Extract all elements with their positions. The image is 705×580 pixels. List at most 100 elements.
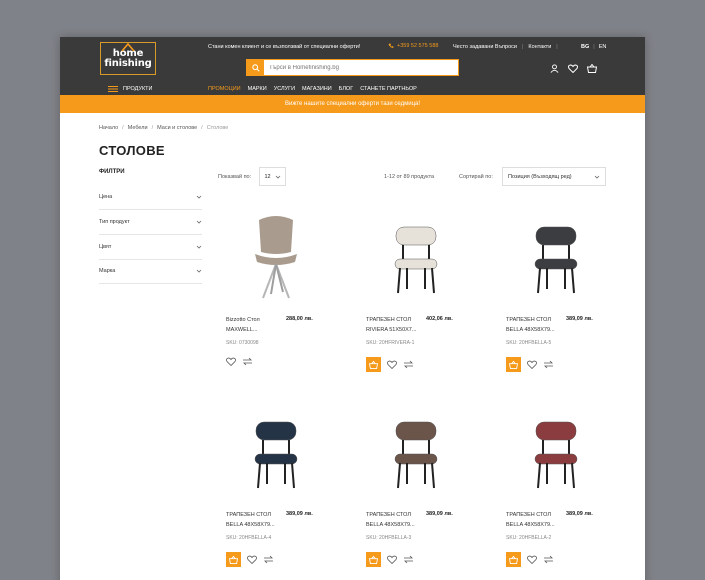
cart-icon[interactable] <box>587 64 597 73</box>
header: home finishing Стани комен клиент и се в… <box>60 37 645 101</box>
search-bar <box>246 59 459 76</box>
add-to-cart-button[interactable] <box>366 357 381 372</box>
product-image[interactable] <box>226 402 326 502</box>
product-name[interactable]: ТРАПЕЗЕН СТОЛ BELLA 48X58X79... <box>366 510 422 530</box>
promo-banner[interactable]: Вижте нашите специални оферти тази седми… <box>60 95 645 113</box>
sort-value: Позиция (Възходящ ред) <box>508 173 572 180</box>
lang-bg[interactable]: BG <box>581 44 589 50</box>
chevron-down-icon <box>196 195 202 199</box>
search-button[interactable] <box>247 60 264 75</box>
per-page-select[interactable]: 12 <box>259 167 286 186</box>
breadcrumb-home[interactable]: Начало <box>99 125 118 131</box>
search-icon <box>251 63 260 72</box>
products-menu-button[interactable]: ПРОДУКТИ <box>108 86 152 92</box>
filters-title: ФИЛТРИ <box>99 169 125 175</box>
heart-icon[interactable] <box>387 360 397 369</box>
product-image[interactable] <box>226 207 326 307</box>
compare-icon[interactable] <box>403 555 414 564</box>
header-icons <box>550 64 597 73</box>
contacts-link[interactable]: Контакти <box>528 44 551 50</box>
heart-icon[interactable] <box>527 555 537 564</box>
per-page-label: Показвай по: <box>218 174 252 180</box>
top-links: Често задавани Въпроси | Контакти | <box>453 44 558 50</box>
compare-icon[interactable] <box>543 360 554 369</box>
logo[interactable]: home finishing <box>100 42 156 75</box>
heart-icon[interactable] <box>226 357 236 366</box>
breadcrumb-tables-chairs[interactable]: Маси и столове <box>157 125 197 131</box>
cart-icon <box>509 360 518 369</box>
chevron-down-icon <box>196 220 202 224</box>
cart-icon <box>229 555 238 564</box>
add-to-cart-button[interactable] <box>506 552 521 567</box>
product-actions <box>366 552 414 567</box>
compare-icon[interactable] <box>263 555 274 564</box>
lang-en[interactable]: EN <box>599 44 607 50</box>
products-menu-label: ПРОДУКТИ <box>123 86 153 92</box>
sort-label: Сортирай по: <box>459 174 493 180</box>
product-sku: SKU: 20HFBELLA-3 <box>366 535 412 541</box>
user-icon[interactable] <box>550 64 559 73</box>
faq-link[interactable]: Често задавани Въпроси <box>453 44 517 50</box>
nav-partner[interactable]: СТАНЕТЕ ПАРТНЬОР <box>360 86 417 92</box>
compare-icon[interactable] <box>543 555 554 564</box>
product-price: 402,06 лв. <box>426 316 453 322</box>
add-to-cart-button[interactable] <box>226 552 241 567</box>
nav-promotions[interactable]: ПРОМОЦИИ <box>208 86 241 92</box>
product-name[interactable]: ТРАПЕЗЕН СТОЛ RIVIERA 51X50X7... <box>366 315 422 335</box>
nav-services[interactable]: УСЛУГИ <box>274 86 295 92</box>
chevron-down-icon <box>275 175 280 179</box>
product-name[interactable]: Bizzotto Стол MAXWELL... <box>226 315 282 335</box>
product-count: 1-12 от 89 продукта <box>384 174 435 180</box>
nav-brands[interactable]: МАРКИ <box>248 86 267 92</box>
browser-window: home finishing Стани комен клиент и се в… <box>60 37 645 580</box>
filter-product-type[interactable]: Тип продукт <box>99 210 202 235</box>
breadcrumb-furniture[interactable]: Мебели <box>128 125 148 131</box>
compare-icon[interactable] <box>403 360 414 369</box>
breadcrumb-separator: / <box>122 125 124 131</box>
product-image[interactable] <box>506 207 606 307</box>
product-sku: SKU: 0730098 <box>226 340 259 346</box>
product-sku: SKU: 20HFBELLA-5 <box>506 340 552 346</box>
filter-label: Тип продукт <box>99 219 130 225</box>
heart-icon[interactable] <box>527 360 537 369</box>
product-image[interactable] <box>366 207 466 307</box>
phone-number: +359 52 575 588 <box>397 43 439 49</box>
sort-select[interactable]: Позиция (Възходящ ред) <box>502 167 606 186</box>
product-actions <box>226 552 274 567</box>
product-price: 389,09 лв. <box>566 316 593 322</box>
cart-icon <box>369 360 378 369</box>
filter-brand[interactable]: Марка <box>99 259 202 284</box>
nav-stores[interactable]: МАГАЗИНИ <box>302 86 332 92</box>
breadcrumb-current: Столове <box>206 125 229 131</box>
product-image[interactable] <box>506 402 606 502</box>
product-sku: SKU: 20HFBELLA-4 <box>226 535 272 541</box>
filter-color[interactable]: Цвят <box>99 235 202 260</box>
logo-text-finishing: finishing <box>104 57 152 69</box>
chevron-down-icon <box>196 269 202 273</box>
breadcrumb: Начало / Мебели / Маси и столове / Столо… <box>99 125 228 131</box>
language-switcher: BG | EN <box>581 44 606 50</box>
top-message[interactable]: Стани комен клиент и се възползвай от сп… <box>208 44 360 50</box>
product-image[interactable] <box>366 402 466 502</box>
divider: | <box>556 44 558 50</box>
product-name[interactable]: ТРАПЕЗЕН СТОЛ BELLA 48X58X79... <box>506 510 562 530</box>
heart-icon[interactable] <box>247 555 257 564</box>
add-to-cart-button[interactable] <box>506 357 521 372</box>
product-sku: SKU: 20HFBELLA-2 <box>506 535 552 541</box>
product-actions <box>506 552 554 567</box>
product-name[interactable]: ТРАПЕЗЕН СТОЛ BELLA 48X58X79... <box>506 315 562 335</box>
divider: | <box>593 44 595 50</box>
phone-link[interactable]: +359 52 575 588 <box>388 43 438 49</box>
filter-price[interactable]: Цена <box>99 185 202 210</box>
search-input[interactable] <box>264 64 454 71</box>
add-to-cart-button[interactable] <box>366 552 381 567</box>
filter-label: Марка <box>99 268 116 274</box>
roof-icon <box>121 42 135 52</box>
nav-blog[interactable]: БЛОГ <box>339 86 353 92</box>
product-price: 389,09 лв. <box>286 511 313 517</box>
product-name[interactable]: ТРАПЕЗЕН СТОЛ BELLA 48X58X79... <box>226 510 282 530</box>
filter-label: Цена <box>99 194 113 200</box>
heart-icon[interactable] <box>387 555 397 564</box>
heart-icon[interactable] <box>568 64 578 73</box>
compare-icon[interactable] <box>242 357 253 366</box>
